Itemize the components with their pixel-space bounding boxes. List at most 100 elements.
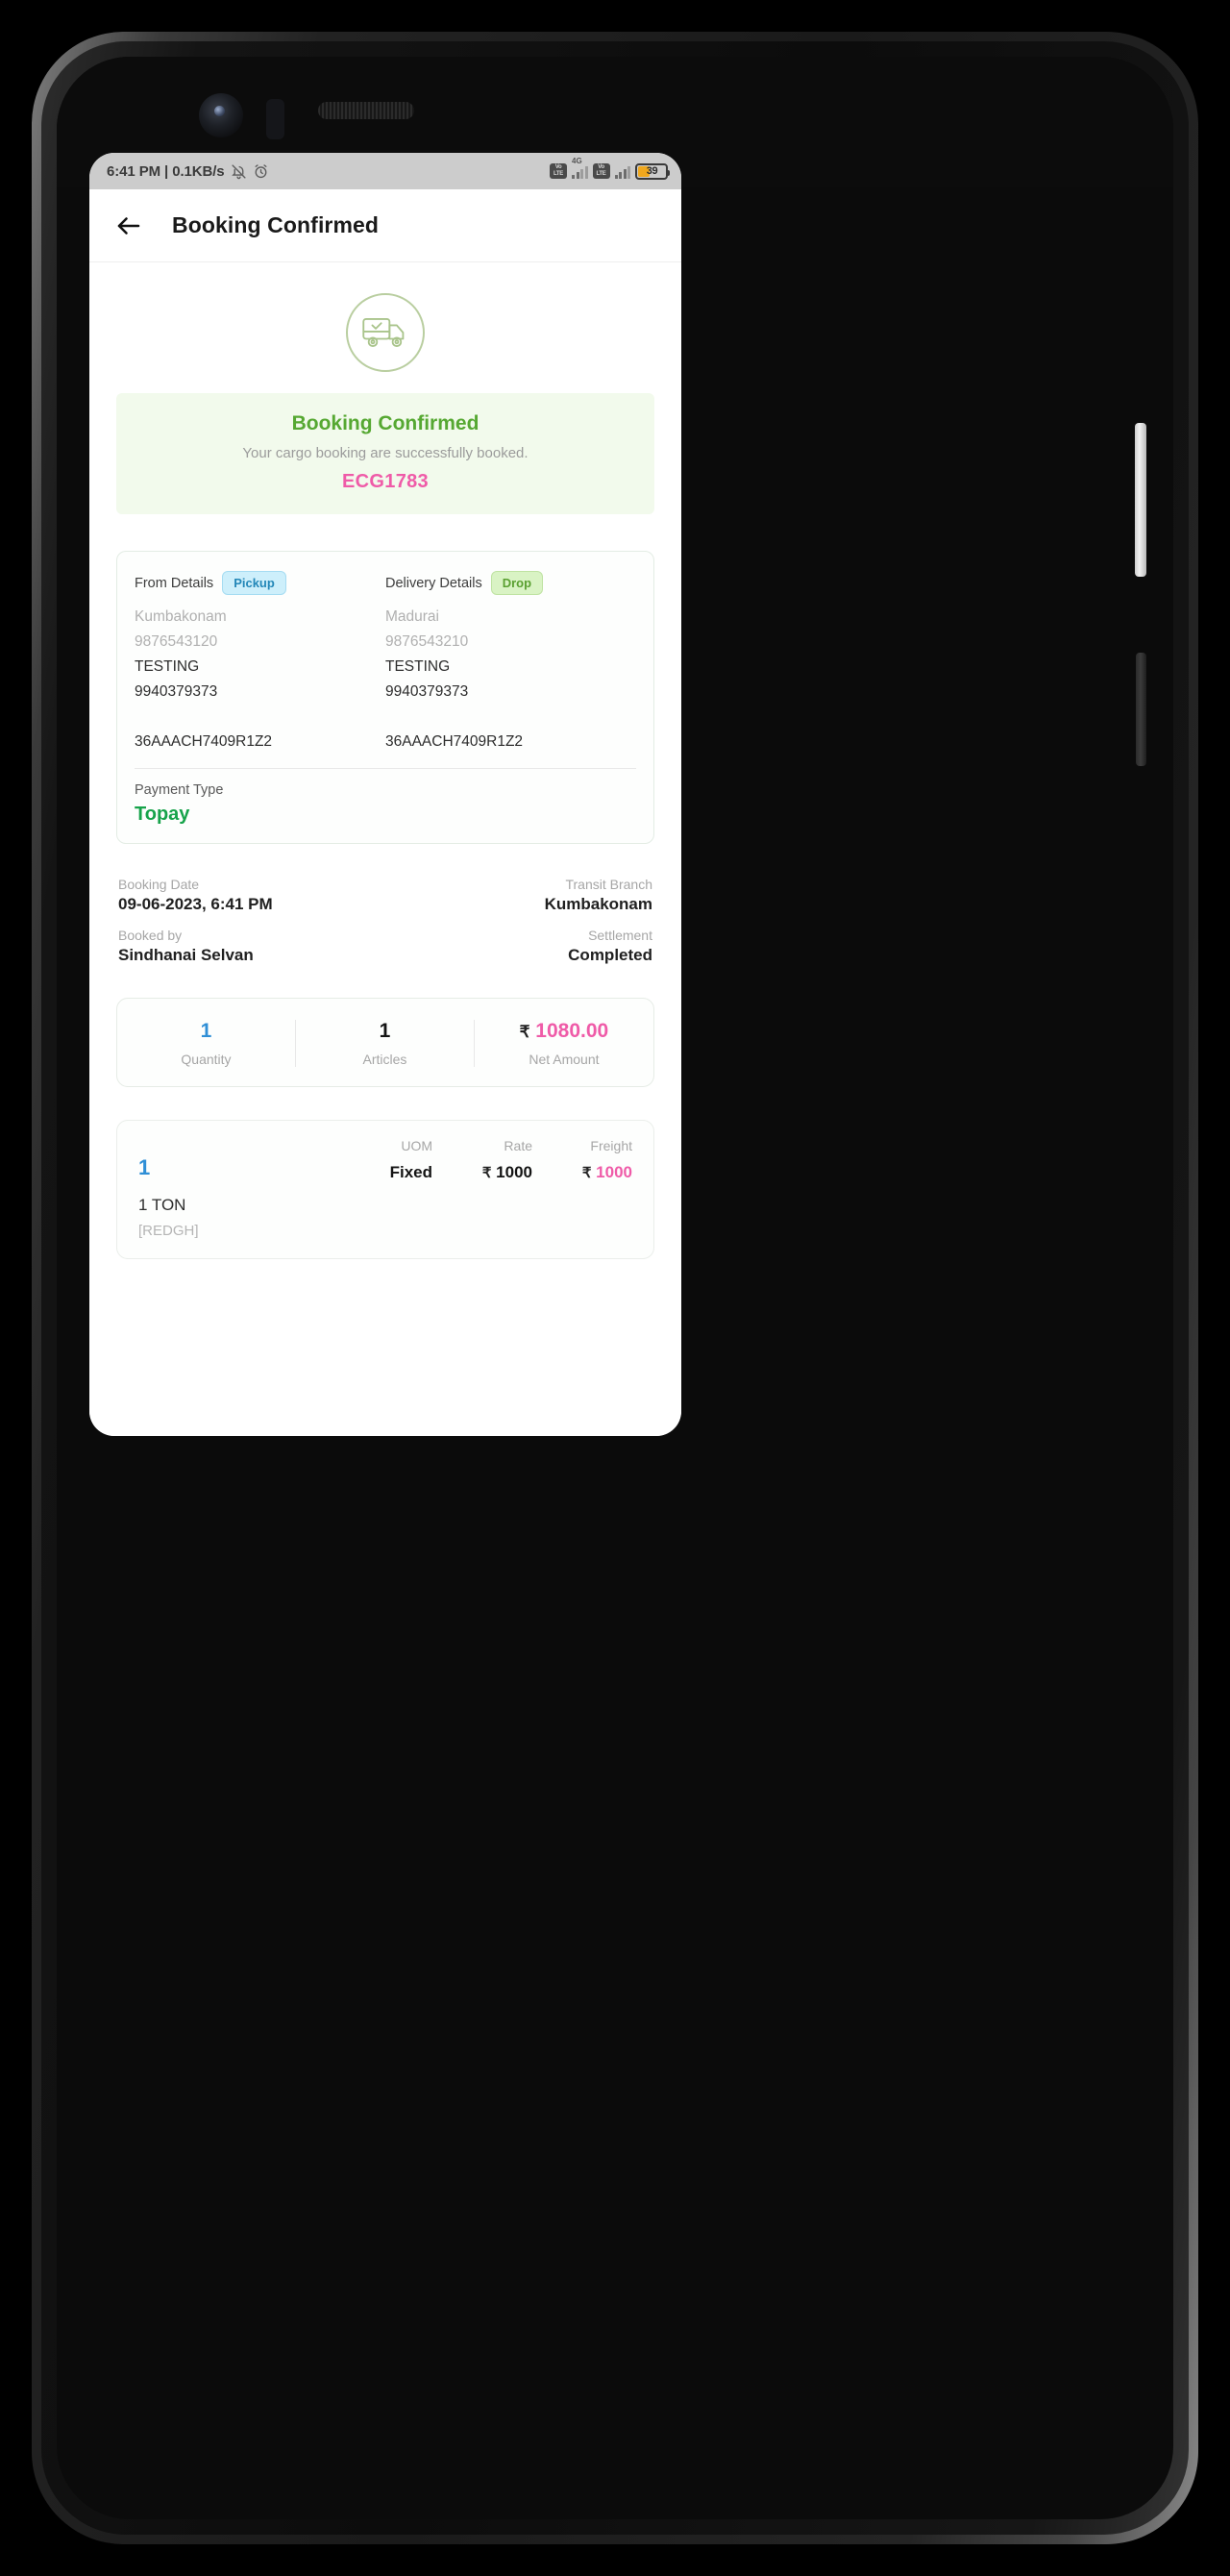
confirmation-subtitle: Your cargo booking are successfully book…	[242, 445, 529, 461]
delivery-truck-check-icon	[346, 293, 425, 372]
pickup-badge: Pickup	[222, 571, 286, 595]
rupee-icon: ₹	[581, 1165, 592, 1181]
phone-screen: 6:41 PM | 0.1KB/s Vo LTE 4G Vo LTE 39 Bo…	[89, 153, 681, 1436]
articles-label: Articles	[362, 1052, 407, 1067]
hero-section	[116, 262, 654, 393]
confirmation-title: Booking Confirmed	[291, 412, 480, 434]
signal-bars-sim2	[614, 163, 630, 179]
delivery-details-header: Delivery Details Drop	[385, 571, 627, 595]
summary-cell-quantity: 1 Quantity	[117, 1020, 296, 1067]
booking-date-value: 09-06-2023, 6:41 PM	[118, 895, 273, 913]
booking-meta-left: Booking Date 09-06-2023, 6:41 PM Booked …	[118, 877, 385, 965]
rupee-icon: ₹	[519, 1023, 530, 1041]
net-amount-value: ₹ 1080.00	[475, 1020, 653, 1043]
articles-value: 1	[379, 1020, 391, 1042]
signal-bar	[580, 169, 583, 179]
booked-by-label: Booked by	[118, 928, 183, 943]
item-uom: UOM Fixed	[332, 1138, 432, 1182]
delivery-details-column: Delivery Details Drop Madurai 9876543210…	[385, 571, 636, 751]
app-bar: Booking Confirmed	[89, 189, 681, 262]
signal-bars-sim1: 4G	[572, 157, 588, 179]
from-details-header: From Details Pickup	[135, 571, 376, 595]
booking-confirmation-banner: Booking Confirmed Your cargo booking are…	[116, 393, 654, 514]
status-time-and-netspeed: 6:41 PM | 0.1KB/s	[107, 162, 225, 180]
volume-button[interactable]	[1136, 653, 1146, 766]
power-button[interactable]	[1135, 423, 1146, 577]
rupee-icon: ₹	[481, 1165, 492, 1181]
battery-percent-label: 39	[646, 165, 658, 177]
from-gstin: 36AAACH7409R1Z2	[135, 733, 273, 750]
status-bar-right: Vo LTE 4G Vo LTE 39	[550, 157, 670, 180]
settlement-label: Settlement	[588, 928, 652, 943]
from-details-column: From Details Pickup Kumbakonam 987654312…	[135, 571, 385, 751]
item-top-row: 1 UOM Fixed Rate ₹ 1000 Freight ₹ 1000	[138, 1138, 632, 1182]
from-contact-name: TESTING	[135, 658, 200, 675]
from-city: Kumbakonam	[135, 608, 227, 625]
rate-value: ₹ 1000	[440, 1163, 532, 1182]
signal-bar	[623, 169, 627, 179]
signal-bar	[576, 172, 579, 179]
delivery-city: Madurai	[385, 608, 439, 625]
from-contact-phone: 9940379373	[135, 683, 218, 700]
card-divider	[135, 768, 636, 769]
booking-reference-code: ECG1783	[342, 471, 429, 492]
volte-icon-sim1: Vo LTE	[550, 163, 567, 179]
booked-by-value: Sindhanai Selvan	[118, 946, 254, 964]
signal-bar	[619, 172, 622, 179]
summary-cell-articles: 1 Articles	[296, 1020, 475, 1067]
page-content: Booking Confirmed Your cargo booking are…	[89, 262, 681, 1436]
summary-cell-net-amount: ₹ 1080.00 Net Amount	[475, 1020, 653, 1067]
freight-number: 1000	[596, 1163, 632, 1181]
earpiece-speaker-icon	[318, 102, 414, 119]
freight-value: ₹ 1000	[540, 1163, 632, 1182]
delivery-contact-name: TESTING	[385, 658, 451, 675]
back-arrow-icon[interactable]	[114, 211, 143, 240]
booking-summary-card: 1 Quantity 1 Articles ₹ 1080.00 Net Amou…	[116, 998, 654, 1087]
quantity-label: Quantity	[181, 1052, 232, 1067]
network-type-label: 4G	[572, 157, 582, 165]
from-phone: 9876543120	[135, 633, 218, 650]
net-amount-number: 1080.00	[535, 1020, 609, 1042]
battery-icon: 39	[635, 162, 670, 180]
signal-bar	[584, 166, 588, 179]
net-amount-label: Net Amount	[529, 1052, 600, 1067]
delivery-contact-phone: 9940379373	[385, 683, 469, 700]
transit-branch-value: Kumbakonam	[544, 895, 652, 913]
item-rate: Rate ₹ 1000	[432, 1138, 532, 1182]
drop-badge: Drop	[490, 571, 544, 595]
bell-muted-icon	[231, 163, 247, 180]
settlement-value: Completed	[568, 946, 652, 964]
from-details-label: From Details	[135, 575, 214, 591]
delivery-gstin: 36AAACH7409R1Z2	[385, 733, 524, 750]
freight-label: Freight	[590, 1138, 632, 1153]
uom-value: Fixed	[389, 1163, 432, 1181]
quantity-value: 1	[200, 1020, 212, 1042]
signal-bar	[614, 175, 618, 179]
booking-meta-right: Transit Branch Kumbakonam Settlement Com…	[385, 877, 652, 965]
proximity-sensor-icon	[266, 99, 284, 139]
delivery-phone: 9876543210	[385, 633, 469, 650]
volte-icon-sim2: Vo LTE	[592, 163, 610, 179]
address-columns: From Details Pickup Kumbakonam 987654312…	[135, 571, 636, 751]
uom-label: UOM	[401, 1138, 432, 1153]
item-description: 1 TON	[138, 1196, 186, 1214]
delivery-details-label: Delivery Details	[385, 575, 482, 591]
item-freight: Freight ₹ 1000	[532, 1138, 632, 1182]
rate-label: Rate	[504, 1138, 532, 1153]
status-bar-left: 6:41 PM | 0.1KB/s	[107, 163, 269, 180]
front-camera-icon	[199, 93, 243, 137]
signal-bar	[627, 166, 630, 179]
payment-type-label: Payment Type	[135, 782, 224, 798]
phone-device-frame: 6:41 PM | 0.1KB/s Vo LTE 4G Vo LTE 39 Bo…	[32, 32, 1198, 2544]
transit-branch-label: Transit Branch	[565, 877, 652, 892]
payment-type-value: Topay	[135, 804, 190, 825]
page-title: Booking Confirmed	[172, 212, 380, 237]
booking-meta-section: Booking Date 09-06-2023, 6:41 PM Booked …	[116, 877, 654, 965]
alarm-clock-icon	[253, 163, 269, 180]
address-details-card: From Details Pickup Kumbakonam 987654312…	[116, 551, 654, 844]
booking-item-card: 1 UOM Fixed Rate ₹ 1000 Freight ₹ 1000 1…	[116, 1120, 654, 1259]
item-serial-number: 1	[138, 1155, 151, 1179]
phone-bezel: 6:41 PM | 0.1KB/s Vo LTE 4G Vo LTE 39 Bo…	[57, 57, 1173, 2519]
signal-bar	[572, 175, 575, 179]
status-bar: 6:41 PM | 0.1KB/s Vo LTE 4G Vo LTE 39	[89, 153, 681, 189]
